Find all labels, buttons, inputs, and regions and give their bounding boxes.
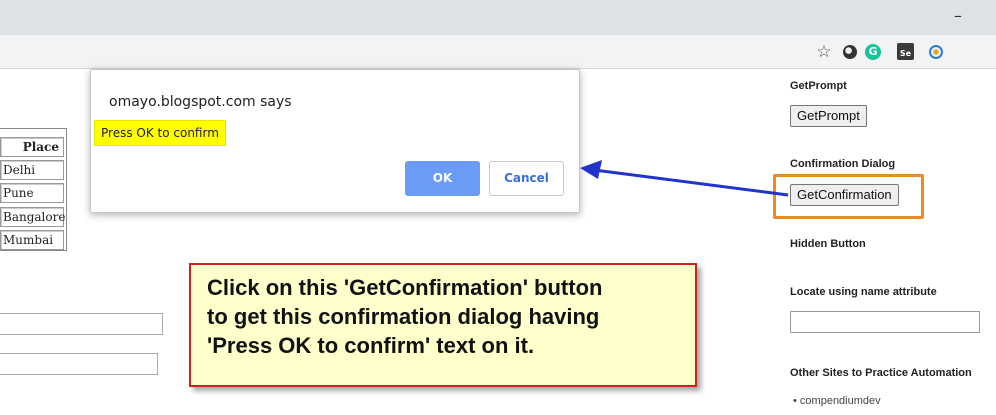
get-prompt-button[interactable]: GetPrompt bbox=[790, 105, 867, 127]
callout-line: 'Press OK to confirm' text on it. bbox=[207, 333, 535, 358]
text-input[interactable] bbox=[0, 313, 163, 335]
cancel-button[interactable]: Cancel bbox=[489, 161, 564, 196]
get-confirmation-button[interactable]: GetConfirmation bbox=[790, 184, 899, 206]
callout-line: to get this confirmation dialog having bbox=[207, 304, 600, 329]
ok-button[interactable]: OK bbox=[405, 161, 480, 196]
text-input[interactable] bbox=[0, 353, 158, 375]
table-cell: Delhi bbox=[0, 160, 64, 180]
list-item[interactable]: compendiumdev bbox=[800, 395, 881, 407]
locate-name-heading: Locate using name attribute bbox=[790, 286, 937, 298]
extension-icon[interactable]: ◉ bbox=[929, 45, 943, 59]
name-attribute-input[interactable] bbox=[790, 311, 980, 333]
arrow-head bbox=[580, 160, 602, 179]
browser-titlebar: – bbox=[0, 0, 996, 35]
table-cell: Pune bbox=[0, 183, 64, 203]
callout-line: Click on this 'GetConfirmation' button bbox=[207, 275, 603, 300]
other-sites-heading: Other Sites to Practice Automation bbox=[790, 367, 972, 379]
annotation-callout: Click on this 'GetConfirmation' button t… bbox=[189, 263, 697, 387]
other-sites-list: • compendiumdev bbox=[793, 395, 881, 407]
dialog-title: omayo.blogspot.com says bbox=[109, 94, 292, 110]
table-cell: Mumbai bbox=[0, 230, 64, 250]
table-cell: Bangalore bbox=[0, 207, 65, 227]
table-header-place: Place bbox=[0, 137, 64, 157]
bullet-icon: • bbox=[793, 395, 797, 407]
confirm-dialog: omayo.blogspot.com says Press OK to conf… bbox=[90, 69, 580, 213]
minimize-button[interactable]: – bbox=[948, 8, 968, 24]
hidden-button-heading: Hidden Button bbox=[790, 238, 866, 250]
arrow-line bbox=[593, 168, 789, 197]
get-prompt-heading: GetPrompt bbox=[790, 80, 847, 92]
confirmation-dialog-heading: Confirmation Dialog bbox=[790, 158, 896, 170]
annotation-arrow bbox=[580, 160, 789, 197]
star-icon[interactable]: ☆ bbox=[815, 43, 833, 61]
grammarly-icon[interactable]: G bbox=[865, 44, 881, 60]
dialog-message: Press OK to confirm bbox=[95, 121, 225, 145]
selenium-ide-icon[interactable]: Se bbox=[897, 43, 914, 60]
circle-extension-icon[interactable] bbox=[843, 45, 857, 59]
